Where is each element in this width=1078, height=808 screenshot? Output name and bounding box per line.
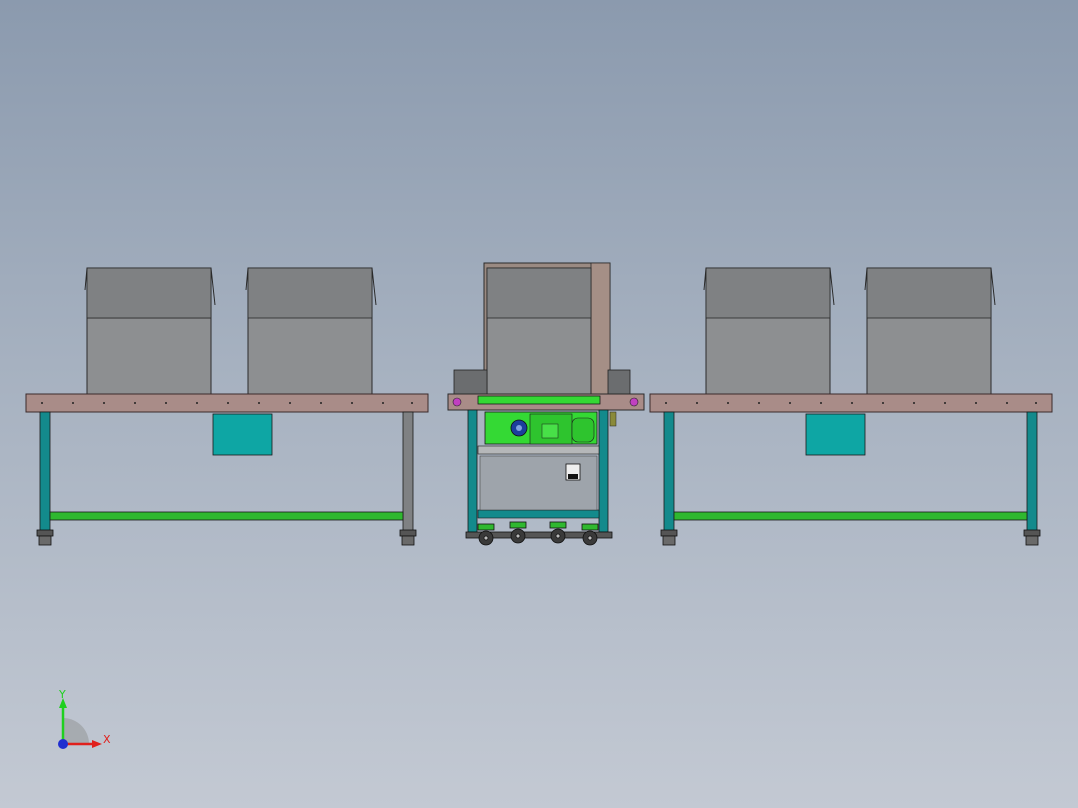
triad-xz-arc xyxy=(63,718,89,744)
left-box-2 xyxy=(245,267,377,395)
center-conveyor-unit[interactable] xyxy=(447,262,645,546)
right-leg-back xyxy=(1026,411,1038,533)
triad-x-label: X xyxy=(103,733,111,746)
left-leg-front xyxy=(39,411,51,533)
conveyor-assembly-model[interactable] xyxy=(0,0,1078,808)
drive-motor xyxy=(484,411,598,445)
right-box-2 xyxy=(864,267,996,395)
left-leg-back xyxy=(402,411,414,533)
z-axis-dot xyxy=(58,739,68,749)
cad-viewport[interactable]: Y X xyxy=(0,0,1078,808)
left-crossbar xyxy=(49,511,404,521)
right-crossbar xyxy=(673,511,1028,521)
right-electrical-panel xyxy=(805,413,866,456)
caster-wheels xyxy=(465,521,613,546)
right-feet xyxy=(660,529,1041,546)
coordinate-triad xyxy=(58,698,102,749)
right-workbench[interactable] xyxy=(649,267,1053,546)
right-leg-front xyxy=(663,411,675,533)
left-workbench[interactable] xyxy=(25,267,429,546)
triad-y-label: Y xyxy=(59,688,66,701)
left-side-guide xyxy=(453,369,488,395)
left-electrical-panel xyxy=(212,413,273,456)
center-leg-left xyxy=(467,409,478,533)
center-leg-right xyxy=(598,409,609,533)
right-side-guide xyxy=(607,369,631,395)
right-box-1 xyxy=(703,267,835,395)
left-box-1 xyxy=(84,267,216,395)
left-feet xyxy=(36,529,417,546)
